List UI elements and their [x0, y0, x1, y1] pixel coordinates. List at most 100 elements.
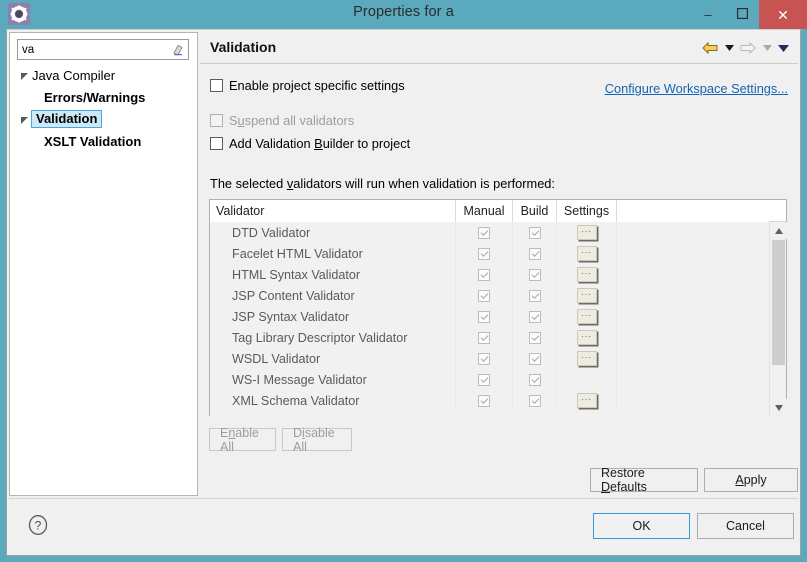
- checkbox-checked-icon[interactable]: [529, 374, 541, 386]
- settings-ellipsis-button[interactable]: ...: [577, 330, 597, 345]
- cell-settings[interactable]: ...: [557, 243, 617, 264]
- checkbox-checked-icon[interactable]: [529, 227, 541, 239]
- cell-settings[interactable]: ...: [557, 222, 617, 243]
- checkbox-checked-icon[interactable]: [478, 395, 490, 407]
- back-arrow-icon[interactable]: [700, 38, 720, 58]
- cell-manual-checkbox[interactable]: [456, 243, 513, 264]
- table-row[interactable]: WS-I Message Validator: [210, 369, 770, 390]
- cell-manual-checkbox[interactable]: [456, 306, 513, 327]
- checkbox-checked-icon[interactable]: [529, 395, 541, 407]
- ok-button[interactable]: OK: [593, 513, 690, 539]
- checkbox-checked-icon[interactable]: [478, 290, 490, 302]
- column-header-manual[interactable]: Manual: [456, 200, 513, 222]
- checkbox-checked-icon[interactable]: [529, 311, 541, 323]
- table-row[interactable]: HTML Syntax Validator...: [210, 264, 770, 285]
- cell-manual-checkbox[interactable]: [456, 285, 513, 306]
- cell-validator-name: XML Schema Validator: [210, 390, 456, 411]
- checkbox-checked-icon[interactable]: [478, 311, 490, 323]
- scrollbar-thumb[interactable]: [772, 240, 785, 365]
- cell-build-checkbox[interactable]: [513, 369, 557, 390]
- checkbox-checked-icon[interactable]: [529, 269, 541, 281]
- cell-manual-checkbox[interactable]: [456, 327, 513, 348]
- cell-settings[interactable]: ...: [557, 390, 617, 411]
- settings-ellipsis-button[interactable]: ...: [577, 246, 597, 261]
- tree-item-validation[interactable]: Validation: [10, 108, 197, 130]
- close-button[interactable]: ✕: [759, 0, 807, 29]
- settings-ellipsis-label: ...: [581, 225, 592, 234]
- tree-item-xslt-validation[interactable]: XSLT Validation: [10, 130, 197, 152]
- cell-settings[interactable]: ...: [557, 306, 617, 327]
- enable-project-specific-settings-row[interactable]: Enable project specific settings: [210, 78, 405, 93]
- add-validation-builder-checkbox[interactable]: [210, 137, 223, 150]
- table-row[interactable]: JSP Content Validator...: [210, 285, 770, 306]
- cell-manual-checkbox[interactable]: [456, 222, 513, 243]
- table-row[interactable]: XML Schema Validator...: [210, 390, 770, 411]
- column-header-validator[interactable]: Validator: [210, 200, 456, 222]
- column-header-build[interactable]: Build: [513, 200, 557, 222]
- checkbox-checked-icon[interactable]: [478, 248, 490, 260]
- minimize-button[interactable]: –: [691, 0, 725, 29]
- cell-manual-checkbox[interactable]: [456, 264, 513, 285]
- checkbox-checked-icon[interactable]: [529, 353, 541, 365]
- cell-build-checkbox[interactable]: [513, 243, 557, 264]
- add-validation-builder-row[interactable]: Add Validation Builder to project: [210, 136, 410, 151]
- cell-manual-checkbox[interactable]: [456, 390, 513, 411]
- checkbox-checked-icon[interactable]: [529, 248, 541, 260]
- cell-settings[interactable]: ...: [557, 327, 617, 348]
- cell-settings[interactable]: ...: [557, 285, 617, 306]
- filter-box[interactable]: [17, 39, 189, 60]
- settings-ellipsis-button[interactable]: ...: [577, 225, 597, 240]
- expand-arrow-icon[interactable]: [16, 115, 32, 124]
- table-row[interactable]: Facelet HTML Validator...: [210, 243, 770, 264]
- close-icon: ✕: [777, 8, 789, 22]
- cell-settings[interactable]: [557, 369, 617, 390]
- cell-build-checkbox[interactable]: [513, 348, 557, 369]
- tree-item-java-compiler[interactable]: Java Compiler: [10, 64, 197, 86]
- settings-ellipsis-button[interactable]: ...: [577, 267, 597, 282]
- cell-build-checkbox[interactable]: [513, 327, 557, 348]
- expand-arrow-icon[interactable]: [16, 71, 32, 80]
- maximize-button[interactable]: [725, 0, 759, 29]
- enable-project-specific-settings-checkbox[interactable]: [210, 79, 223, 92]
- table-scrollbar[interactable]: [769, 222, 786, 416]
- checkbox-checked-icon[interactable]: [529, 290, 541, 302]
- settings-ellipsis-button[interactable]: ...: [577, 351, 597, 366]
- cancel-button[interactable]: Cancel: [697, 513, 794, 539]
- column-header-settings[interactable]: Settings: [557, 200, 617, 222]
- cell-build-checkbox[interactable]: [513, 390, 557, 411]
- scroll-up-arrow-icon[interactable]: [770, 222, 787, 239]
- checkbox-checked-icon[interactable]: [478, 374, 490, 386]
- table-row[interactable]: WSDL Validator...: [210, 348, 770, 369]
- cell-settings[interactable]: ...: [557, 348, 617, 369]
- search-input[interactable]: [22, 42, 162, 58]
- cell-validator-name: DTD Validator: [210, 222, 456, 243]
- tree-item-errors-warnings[interactable]: Errors/Warnings: [10, 86, 197, 108]
- cell-manual-checkbox[interactable]: [456, 348, 513, 369]
- settings-ellipsis-button[interactable]: ...: [577, 309, 597, 324]
- checkbox-checked-icon[interactable]: [478, 269, 490, 281]
- eraser-icon[interactable]: [171, 43, 185, 57]
- cell-settings[interactable]: ...: [557, 264, 617, 285]
- checkbox-checked-icon[interactable]: [478, 332, 490, 344]
- back-chevron-down-icon[interactable]: [722, 38, 736, 58]
- cell-build-checkbox[interactable]: [513, 264, 557, 285]
- cell-validator-name: HTML Syntax Validator: [210, 264, 456, 285]
- table-row[interactable]: Tag Library Descriptor Validator...: [210, 327, 770, 348]
- help-question-icon[interactable]: ?: [27, 514, 49, 536]
- table-row[interactable]: JSP Syntax Validator...: [210, 306, 770, 327]
- cell-build-checkbox[interactable]: [513, 306, 557, 327]
- scroll-down-arrow-icon[interactable]: [770, 399, 787, 416]
- cell-manual-checkbox[interactable]: [456, 369, 513, 390]
- checkbox-checked-icon[interactable]: [478, 353, 490, 365]
- table-row[interactable]: DTD Validator...: [210, 222, 770, 243]
- cell-build-checkbox[interactable]: [513, 222, 557, 243]
- configure-workspace-settings-link[interactable]: Configure Workspace Settings...: [605, 81, 788, 96]
- cell-build-checkbox[interactable]: [513, 285, 557, 306]
- restore-defaults-button[interactable]: Restore Defaults: [590, 468, 698, 492]
- checkbox-checked-icon[interactable]: [529, 332, 541, 344]
- apply-button[interactable]: Apply: [704, 468, 798, 492]
- settings-ellipsis-button[interactable]: ...: [577, 393, 597, 408]
- settings-ellipsis-button[interactable]: ...: [577, 288, 597, 303]
- page-menu-chevron-down-icon[interactable]: [776, 38, 790, 58]
- checkbox-checked-icon[interactable]: [478, 227, 490, 239]
